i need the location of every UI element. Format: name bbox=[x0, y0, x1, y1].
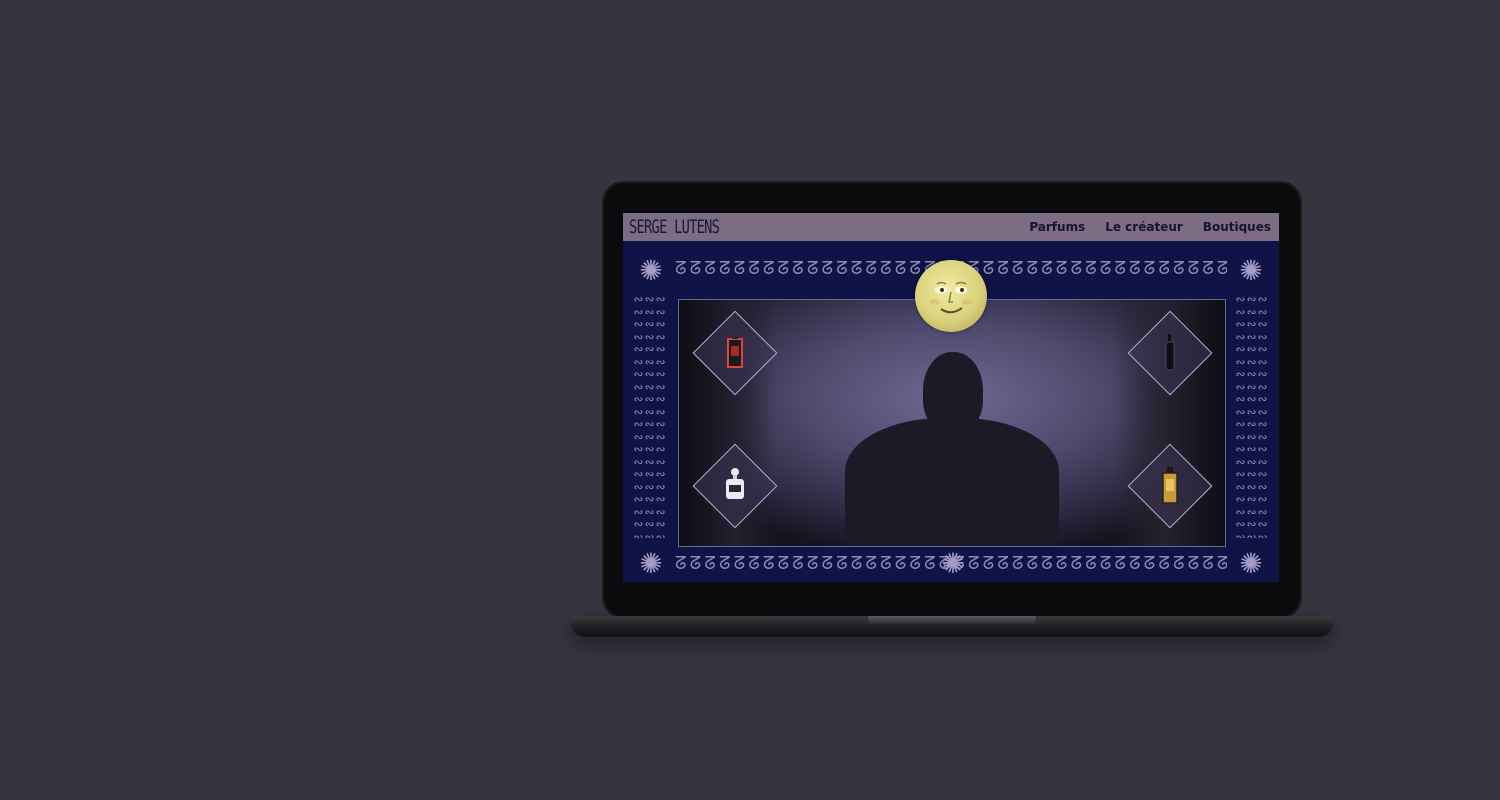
logo[interactable]: SERGE LUTENS bbox=[629, 215, 720, 239]
pattern-strip-left: ∾∾∾ ∾∾∾ ∾∾∾ ∾∾∾ ∾∾∾ ∾∾∾ ∾∾∾ ∾∾∾ ∾∾∾ ∾∾∾ … bbox=[633, 293, 667, 538]
sun-icon: ✺ bbox=[639, 254, 663, 287]
main-nav: Parfums Le créateur Boutiques bbox=[1029, 213, 1271, 241]
sun-icon: ✺ bbox=[1239, 547, 1263, 580]
pattern-strip-right: ∾∾∾ ∾∾∾ ∾∾∾ ∾∾∾ ∾∾∾ ∾∾∾ ∾∾∾ ∾∾∾ ∾∾∾ ∾∾∾ … bbox=[1235, 293, 1269, 538]
website-screen: SERGE LUTENS Parfums Le créateur Boutiqu… bbox=[623, 213, 1279, 582]
site-header: SERGE LUTENS Parfums Le créateur Boutiqu… bbox=[623, 213, 1279, 241]
moon-face-icon bbox=[930, 281, 972, 314]
nav-link-parfums[interactable]: Parfums bbox=[1029, 220, 1085, 234]
sun-icon: ✺ bbox=[941, 547, 965, 580]
silhouette-head bbox=[923, 352, 983, 432]
gold-bottle-icon bbox=[1162, 467, 1178, 504]
laptop-notch bbox=[868, 616, 1036, 624]
sun-icon: ✺ bbox=[1239, 254, 1263, 287]
black-bottle-icon bbox=[1165, 334, 1175, 371]
laptop-base bbox=[571, 616, 1333, 637]
nav-link-boutiques[interactable]: Boutiques bbox=[1203, 220, 1271, 234]
sun-icon: ✺ bbox=[639, 547, 663, 580]
moon-face-image[interactable] bbox=[915, 260, 987, 332]
white-bottle-icon bbox=[726, 468, 744, 499]
silhouette-body bbox=[845, 418, 1059, 546]
red-bottle-icon bbox=[727, 335, 743, 368]
nav-link-le-createur[interactable]: Le créateur bbox=[1105, 220, 1183, 234]
